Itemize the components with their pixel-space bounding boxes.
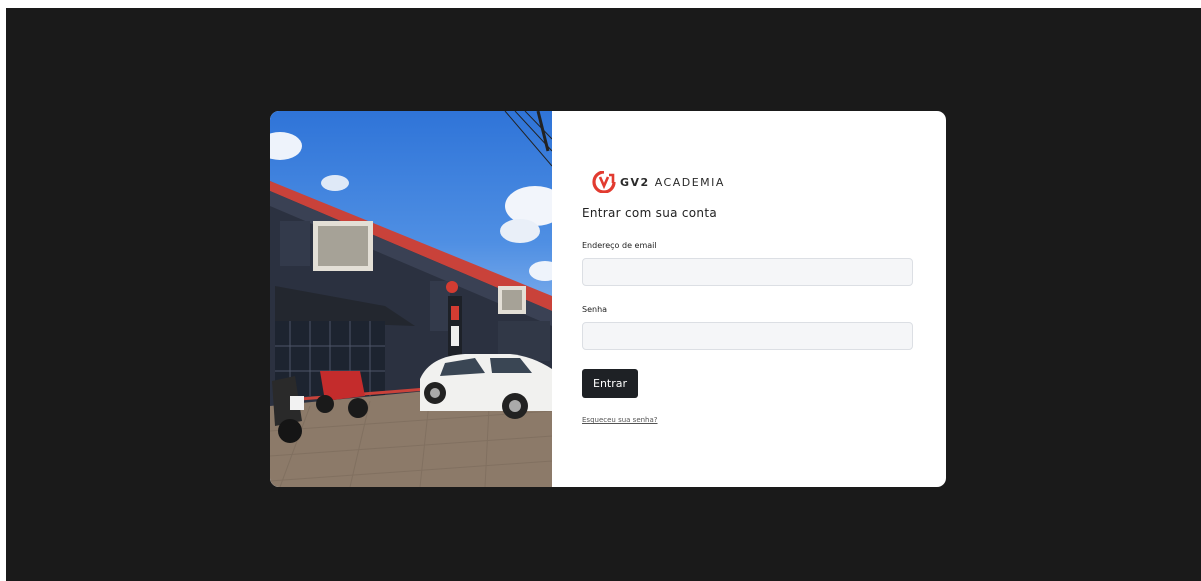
- gym-building-photo: [270, 111, 552, 487]
- login-card: GV2 ACADEMIA Entrar com sua conta Endere…: [270, 111, 946, 487]
- password-field[interactable]: [582, 322, 913, 350]
- login-heading: Entrar com sua conta: [582, 206, 717, 220]
- login-button[interactable]: Entrar: [582, 369, 639, 398]
- building-illustration: [270, 111, 552, 487]
- email-field[interactable]: [582, 258, 913, 286]
- brand-logo: GV2 ACADEMIA: [592, 171, 725, 193]
- brand-name-bold: GV2: [620, 175, 650, 189]
- forgot-password-link[interactable]: Esqueceu sua senha?: [582, 416, 658, 424]
- brand-name-light: ACADEMIA: [654, 175, 725, 189]
- gv2-logo-icon: [592, 171, 616, 193]
- email-label: Endereço de email: [582, 241, 657, 250]
- login-form-pane: GV2 ACADEMIA Entrar com sua conta Endere…: [552, 111, 946, 487]
- password-label: Senha: [582, 305, 608, 314]
